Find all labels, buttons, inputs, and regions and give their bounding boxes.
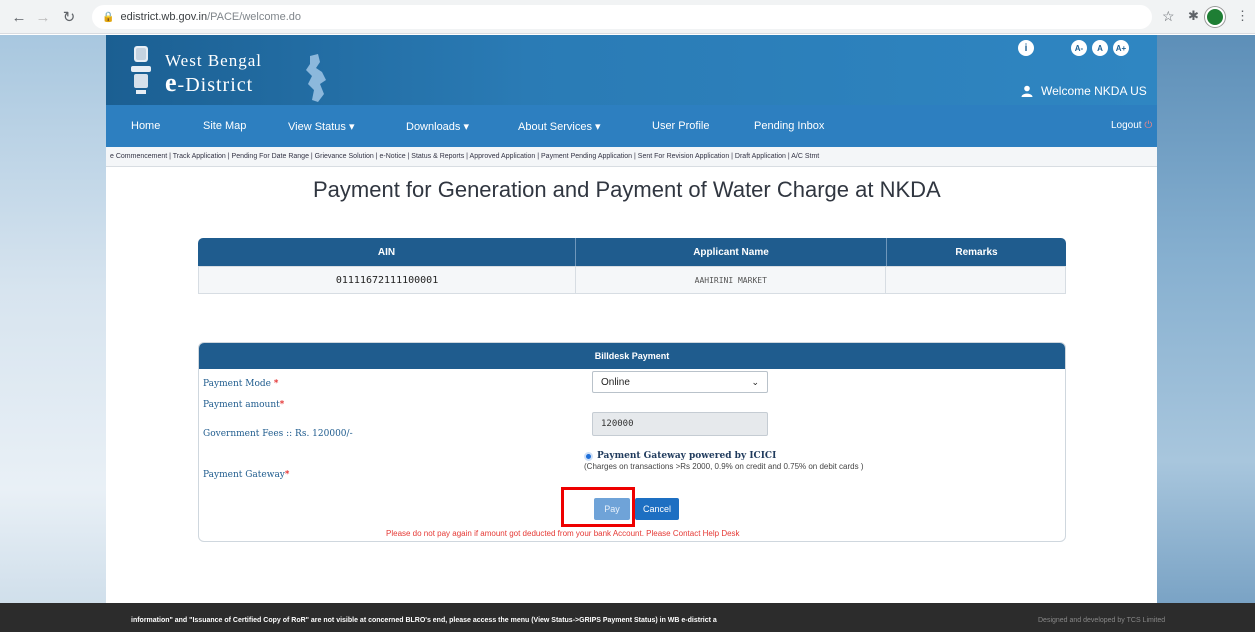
browser-menu-icon[interactable]: ⋮ [1236,8,1249,24]
logout-link[interactable]: Logout ⏻ [1111,120,1152,131]
nav-downloads[interactable]: Downloads ▾ [406,120,469,133]
government-fees-label: Government Fees :: Rs. 120000/- [203,429,353,439]
back-icon[interactable]: ← [6,4,32,30]
highlight-box [561,487,635,527]
nav-site-map[interactable]: Site Map [203,120,246,132]
nav-home[interactable]: Home [131,120,160,132]
font-increase-button[interactable]: A+ [1113,40,1129,56]
payment-amount-label-text: Payment amount [203,400,280,410]
gateway-option-label: Payment Gateway powered by ICICI [597,451,777,461]
cancel-button[interactable]: Cancel [635,498,679,520]
table-header: AIN Applicant Name Remarks [198,238,1066,266]
required-marker: * [279,400,285,410]
payment-mode-select[interactable]: Online ⌄ [592,371,768,393]
required-marker: * [273,379,279,389]
url-host: edistrict.wb.gov.in [120,11,208,23]
page-background-left [0,35,106,603]
logout-label: Logout [1111,120,1142,131]
cell-remarks [886,267,1065,293]
sub-nav-text: e Commencement | Track Application | Pen… [110,153,820,160]
payment-gateway-label-text: Payment Gateway [203,470,285,480]
payment-gateway-label: Payment Gateway* [203,470,289,480]
logout-icon: ⏻ [1144,120,1153,131]
lock-icon: 🔒 [102,11,115,23]
payment-amount-input[interactable]: 120000 [592,412,768,436]
browser-toolbar: ← → ↻ 🔒 edistrict.wb.gov.in /PACE/welcom… [0,0,1255,34]
page-title: Payment for Generation and Payment of Wa… [313,177,941,202]
payment-heading: Billdesk Payment [199,343,1065,369]
west-bengal-map-icon [306,54,326,102]
url-path: /PACE/welcome.do [207,11,302,23]
brand-e: e [165,68,178,97]
nav-pending-inbox[interactable]: Pending Inbox [754,120,824,132]
font-normal-button[interactable]: A [1092,40,1108,56]
sub-nav-links[interactable]: e Commencement | Track Application | Pen… [106,147,1157,167]
table-row: 01111672111100001 AAHIRINI MARKET [198,266,1066,294]
footer-ticker: information" and "Issuance of Certified … [131,617,717,624]
welcome-text: Welcome NKDA US [1041,84,1147,98]
col-header-applicant-name: Applicant Name [576,238,887,266]
payment-warning: Please do not pay again if amount got de… [386,529,740,538]
font-decrease-button[interactable]: A- [1071,40,1087,56]
font-size-controls: A- A A+ [1071,40,1129,56]
col-header-ain: AIN [198,238,576,266]
payment-amount-label: Payment amount* [203,400,284,410]
site-header [106,35,1157,105]
extensions-icon[interactable]: ✱ [1188,8,1199,24]
payment-mode-label-text: Payment Mode [203,379,271,389]
welcome-user: Welcome NKDA US [1021,84,1147,98]
page-background-right [1157,35,1255,603]
user-icon [1021,85,1033,97]
reload-icon[interactable]: ↻ [56,4,82,30]
state-emblem-icon [131,46,151,94]
profile-avatar[interactable] [1205,7,1225,27]
radio-selected-icon[interactable] [584,451,593,461]
payment-mode-label: Payment Mode * [203,379,278,389]
nav-about-services[interactable]: About Services ▾ [518,120,601,133]
gateway-charges-note: (Charges on transactions >Rs 2000, 0.9% … [584,462,864,471]
col-header-remarks: Remarks [955,246,998,258]
info-icon[interactable]: i [1018,40,1034,56]
required-marker: * [284,470,290,480]
footer-credit: Designed and developed by TCS Limited [1038,617,1166,624]
cell-applicant-name: AAHIRINI MARKET [576,267,887,293]
forward-icon[interactable]: → [30,4,56,30]
gateway-radio-option[interactable]: Payment Gateway powered by ICICI [584,451,864,461]
bookmark-star-icon[interactable]: ☆ [1162,8,1175,25]
payment-mode-value: Online [601,376,630,388]
chevron-down-icon: ⌄ [751,376,759,387]
brand-title-line2: e-District [165,68,253,98]
cell-ain: 01111672111100001 [199,267,577,293]
main-nav [106,105,1157,147]
applicant-table: AIN Applicant Name Remarks 0111167211110… [198,238,1066,294]
payment-gateway-options: Payment Gateway powered by ICICI (Charge… [584,451,864,471]
nav-view-status[interactable]: View Status ▾ [288,120,354,133]
brand-district: -District [177,74,254,96]
nav-user-profile[interactable]: User Profile [652,120,709,132]
address-bar[interactable]: 🔒 edistrict.wb.gov.in /PACE/welcome.do [92,5,1152,29]
